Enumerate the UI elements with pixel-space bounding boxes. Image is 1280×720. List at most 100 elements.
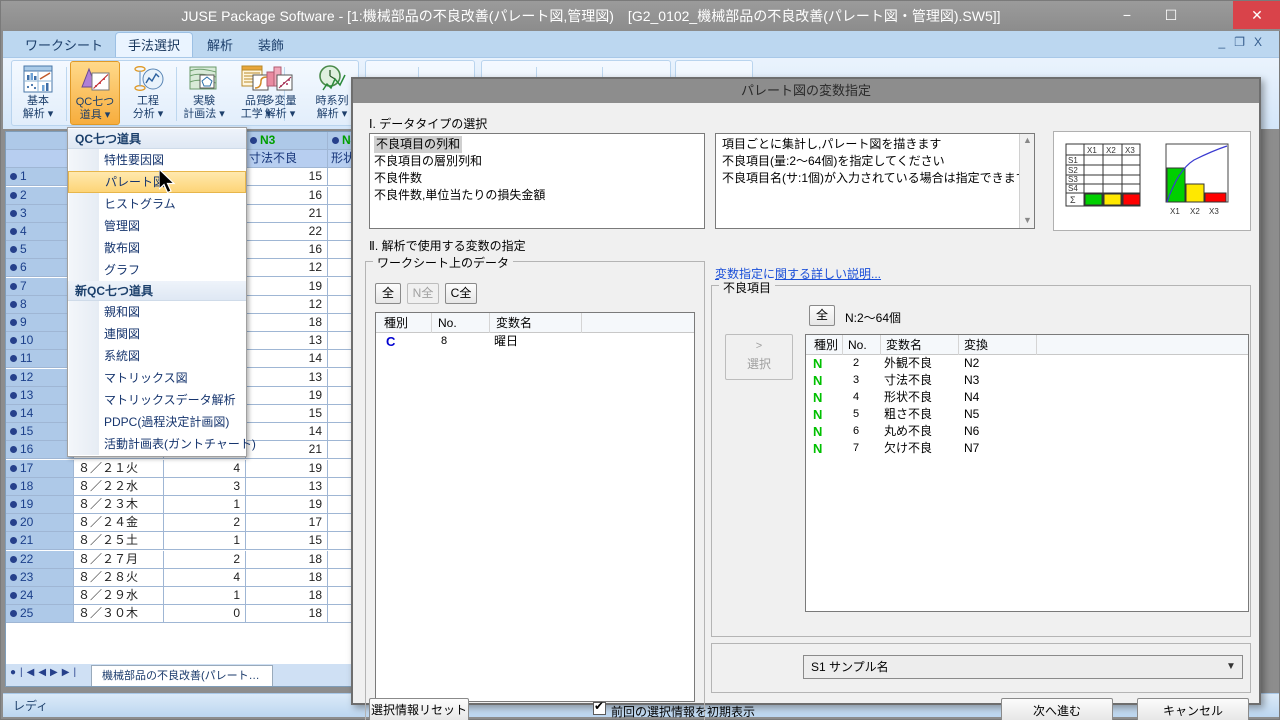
worksheet-cell-date[interactable]: ８／２８火 <box>74 569 164 587</box>
worksheet-row-header[interactable]: 16 <box>6 441 74 459</box>
worksheet-nav-buttons[interactable]: ●|◀◀▶▶| <box>10 667 80 683</box>
select-variable-button[interactable]: > 選択 <box>725 334 793 380</box>
worksheet-row-header[interactable]: 1 <box>6 168 74 186</box>
datatype-option-3[interactable]: 不良件数 <box>372 170 704 187</box>
worksheet-row-header[interactable]: 7 <box>6 278 74 296</box>
worksheet-variable-grid[interactable]: 種別 No. 変数名 C8曜日 <box>375 312 695 702</box>
menu-item-2-2[interactable]: 連関図 <box>68 323 246 345</box>
scroll-down-icon[interactable]: ▼ <box>1020 214 1035 228</box>
worksheet-cell-n3[interactable]: 13 <box>246 369 328 387</box>
worksheet-row-header[interactable]: 4 <box>6 223 74 241</box>
mdi-restore-button[interactable]: ❐ <box>1234 35 1254 49</box>
next-button[interactable]: 次へ進む <box>1001 698 1113 720</box>
worksheet-cell-n2[interactable]: 0 <box>164 605 246 623</box>
worksheet-cell-n3[interactable]: 15 <box>246 405 328 423</box>
worksheet-cell-n3[interactable]: 15 <box>246 532 328 550</box>
worksheet-cell-n3[interactable]: 14 <box>246 350 328 368</box>
tab-worksheet[interactable]: ワークシート <box>13 34 115 57</box>
worksheet-cell-n3[interactable]: 16 <box>246 241 328 259</box>
mdi-window-buttons[interactable]: _❐X <box>1219 35 1271 55</box>
worksheet-cell-n3[interactable]: 18 <box>246 314 328 332</box>
description-scrollbar[interactable]: ▲ ▼ <box>1019 134 1034 228</box>
defect-item-row[interactable]: N2外観不良N2 <box>806 355 1248 372</box>
worksheet-col-code-4[interactable]: N3 <box>246 132 328 150</box>
menu-item-2-4[interactable]: マトリックス図 <box>68 367 246 389</box>
tab-method-selection[interactable]: 手法選択 <box>115 32 193 57</box>
worksheet-cell-n2[interactable]: 1 <box>164 587 246 605</box>
worksheet-cell-n2[interactable]: 4 <box>164 460 246 478</box>
menu-item-1-6[interactable]: グラフ <box>68 259 246 281</box>
worksheet-row-header[interactable]: 12 <box>6 369 74 387</box>
datatype-option-4[interactable]: 不良件数,単位当たりの損失金額 <box>372 187 704 204</box>
mdi-minimize-button[interactable]: _ <box>1219 35 1235 49</box>
worksheet-row-header[interactable]: 23 <box>6 569 74 587</box>
worksheet-cell-n3[interactable]: 21 <box>246 205 328 223</box>
worksheet-variable-row[interactable]: C8曜日 <box>376 333 694 351</box>
worksheet-row-header[interactable]: 10 <box>6 332 74 350</box>
menu-item-2-1[interactable]: 親和図 <box>68 301 246 323</box>
worksheet-cell-n3[interactable]: 12 <box>246 296 328 314</box>
worksheet-cell-date[interactable]: ８／２７月 <box>74 551 164 569</box>
filter-all-button[interactable]: 全 <box>375 283 401 304</box>
sample-name-combo[interactable]: S1 サンプル名 ▼ <box>803 655 1243 679</box>
datatype-option-1[interactable]: 不良項目の列和 <box>372 136 704 153</box>
worksheet-cell-n3[interactable]: 19 <box>246 460 328 478</box>
worksheet-row-header[interactable]: 15 <box>6 423 74 441</box>
worksheet-row-header[interactable]: 19 <box>6 496 74 514</box>
menu-item-2-5[interactable]: マトリックスデータ解析 <box>68 389 246 411</box>
worksheet-row-header[interactable]: 22 <box>6 551 74 569</box>
worksheet-row-header[interactable]: 2 <box>6 187 74 205</box>
worksheet-row-header[interactable]: 21 <box>6 532 74 550</box>
worksheet-row-header[interactable]: 8 <box>6 296 74 314</box>
worksheet-row-header[interactable]: 25 <box>6 605 74 623</box>
menu-item-1-2[interactable]: パレート図 <box>68 171 246 193</box>
worksheet-row-header[interactable]: 17 <box>6 460 74 478</box>
defect-item-row[interactable]: N6丸め不良N6 <box>806 423 1248 440</box>
worksheet-col-name-4[interactable]: 寸法不良 <box>246 150 328 168</box>
defect-item-row[interactable]: N5粗さ不良N5 <box>806 406 1248 423</box>
worksheet-cell-date[interactable]: ８／２９水 <box>74 587 164 605</box>
worksheet-cell-n3[interactable]: 19 <box>246 278 328 296</box>
worksheet-cell-date[interactable]: ８／２１火 <box>74 460 164 478</box>
ribbon-multivariate[interactable]: 多変量 解析 ▾ <box>256 61 304 125</box>
worksheet-cell-n3[interactable]: 13 <box>246 478 328 496</box>
datatype-option-2[interactable]: 不良項目の層別列和 <box>372 153 704 170</box>
worksheet-cell-n3[interactable]: 14 <box>246 423 328 441</box>
worksheet-cell-n2[interactable]: 1 <box>164 532 246 550</box>
worksheet-cell-n2[interactable]: 1 <box>164 496 246 514</box>
worksheet-cell-n3[interactable]: 18 <box>246 551 328 569</box>
qc7-tools-dropdown-menu[interactable]: QC七つ道具特性要因図パレート図ヒストグラム管理図散布図グラフ新QC七つ道具親和… <box>67 127 247 457</box>
datatype-listbox[interactable]: 不良項目の列和不良項目の層別列和不良件数不良件数,単位当たりの損失金額 <box>369 133 705 229</box>
worksheet-col-name-1[interactable] <box>6 150 74 168</box>
reset-selection-button[interactable]: 選択情報リセット <box>369 698 469 720</box>
worksheet-row-header[interactable]: 13 <box>6 387 74 405</box>
worksheet-cell-date[interactable]: ８／２２水 <box>74 478 164 496</box>
menu-item-1-4[interactable]: 管理図 <box>68 215 246 237</box>
worksheet-col-code-1[interactable] <box>6 132 74 150</box>
worksheet-cell-n3[interactable]: 22 <box>246 223 328 241</box>
window-close-button[interactable]: ✕ <box>1233 1 1280 29</box>
worksheet-cell-n3[interactable]: 15 <box>246 168 328 186</box>
worksheet-row-header[interactable]: 18 <box>6 478 74 496</box>
mdi-close-button[interactable]: X <box>1254 35 1271 49</box>
worksheet-cell-n3[interactable]: 19 <box>246 496 328 514</box>
ribbon-process-analysis[interactable]: 工程 分析 ▾ <box>124 61 172 125</box>
window-minimize-button[interactable]: − <box>1105 1 1149 29</box>
worksheet-cell-n3[interactable]: 17 <box>246 514 328 532</box>
worksheet-cell-date[interactable]: ８／２５土 <box>74 532 164 550</box>
worksheet-row-header[interactable]: 5 <box>6 241 74 259</box>
worksheet-cell-date[interactable]: ８／３０木 <box>74 605 164 623</box>
defect-items-grid[interactable]: 種別 No. 変数名 変換 N2外観不良N2N3寸法不良N3N4形状不良N4N5… <box>805 334 1249 612</box>
chevron-down-icon[interactable]: ▼ <box>1222 658 1240 676</box>
worksheet-cell-n3[interactable]: 12 <box>246 259 328 277</box>
worksheet-row-header[interactable]: 20 <box>6 514 74 532</box>
ribbon-qc7-tools[interactable]: QC七つ 道具 ▾ <box>70 61 120 125</box>
window-maximize-button[interactable]: ☐ <box>1149 1 1193 29</box>
worksheet-row-header[interactable]: 14 <box>6 405 74 423</box>
worksheet-cell-n3[interactable]: 21 <box>246 441 328 459</box>
worksheet-cell-n3[interactable]: 18 <box>246 605 328 623</box>
worksheet-cell-n2[interactable]: 2 <box>164 514 246 532</box>
worksheet-cell-n2[interactable]: 2 <box>164 551 246 569</box>
worksheet-row-header[interactable]: 3 <box>6 205 74 223</box>
worksheet-cell-date[interactable]: ８／２４金 <box>74 514 164 532</box>
